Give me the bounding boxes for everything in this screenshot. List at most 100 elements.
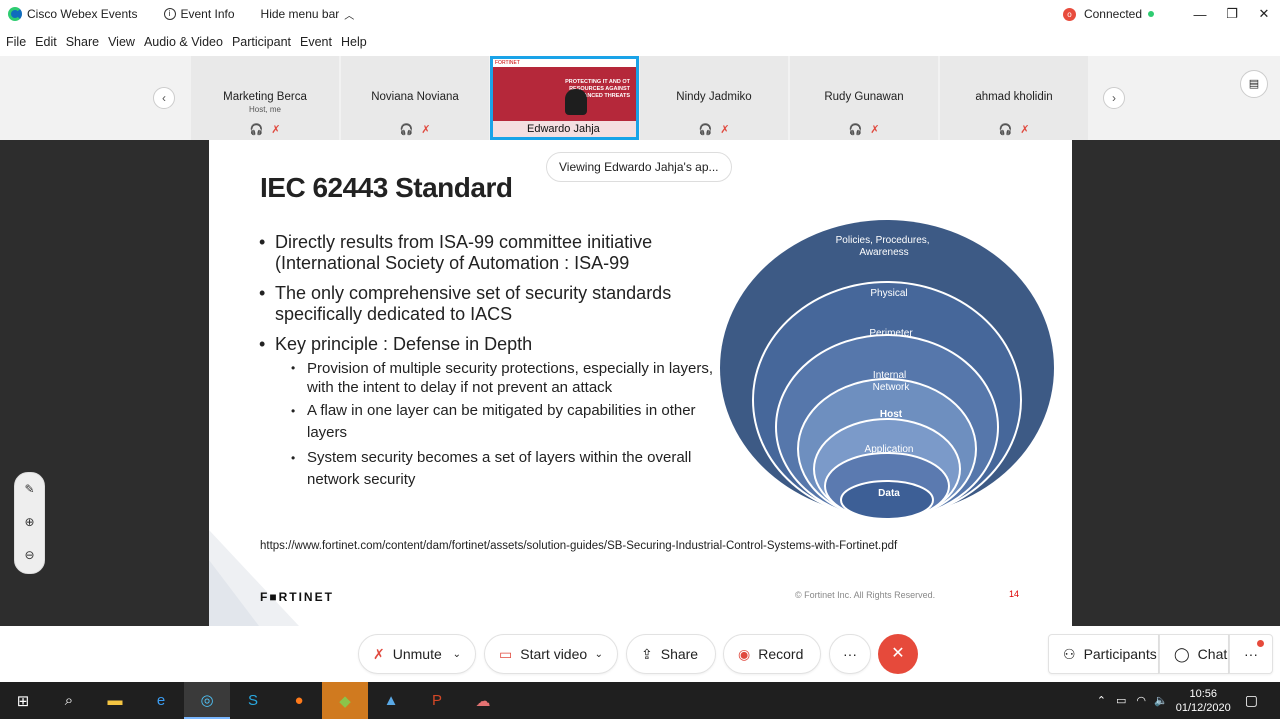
layer-label: Physical	[870, 288, 907, 299]
share-label: Share	[660, 646, 699, 662]
hide-menu-label: Hide menu bar	[260, 7, 340, 21]
minimize-button[interactable]: —	[1184, 7, 1216, 22]
windows-start-icon[interactable]: ⊞	[0, 682, 46, 719]
connected-dot-icon	[1148, 11, 1154, 17]
chevron-down-icon[interactable]: ⌄	[595, 649, 603, 660]
sub-bullet-text: System security becomes a set of layers …	[307, 449, 692, 488]
participant-name: Noviana Noviana	[371, 91, 459, 103]
record-button[interactable]: ◉ Record	[723, 634, 821, 674]
shared-slide: IEC 62443 Standard Viewing Edwardo Jahja…	[209, 140, 1072, 626]
headset-icon: 🎧	[399, 124, 414, 136]
zoom-out-icon[interactable]: ⊖	[15, 539, 44, 572]
bullet-text: Key principle : Defense in Depth	[275, 334, 533, 354]
volume-icon[interactable]: 🔈	[1154, 694, 1168, 707]
slide-copyright: © Fortinet Inc. All Rights Reserved.	[795, 590, 936, 600]
maximize-button[interactable]: ❐	[1216, 6, 1248, 22]
menu-participant[interactable]: Participant	[232, 35, 291, 49]
close-button[interactable]: ✕	[1248, 6, 1280, 22]
muted-mic-icon: ✗	[870, 124, 880, 136]
slide-title: IEC 62443 Standard	[260, 172, 513, 203]
clock[interactable]: 10:56 01/12/2020	[1176, 687, 1231, 715]
chevron-up-icon[interactable]: ⌃	[1097, 694, 1106, 707]
sub-bullet-text: Provision of multiple security protectio…	[307, 360, 714, 396]
sub-bullet-text: A flaw in one layer can be mitigated by …	[307, 402, 696, 441]
participant-tile[interactable]: Marketing Berca Host, me 🎧 ✗	[191, 56, 339, 140]
leave-meeting-button[interactable]: ✕	[878, 634, 918, 674]
bullet-item: • The only comprehensive set of security …	[259, 283, 729, 325]
hide-menu-bar-button[interactable]: Hide menu bar ︿	[261, 7, 355, 22]
sub-bullet-item: • Provision of multiple security protecti…	[291, 359, 729, 397]
speaker-video-person	[565, 89, 587, 115]
layer-label: Data	[878, 488, 900, 499]
chat-panel-button[interactable]: ◯ Chat	[1159, 634, 1229, 674]
participant-name: ahmad kholidin	[975, 91, 1053, 103]
participant-role: Host, me	[248, 105, 281, 114]
title-bar: Cisco Webex Events i Event Info Hide men…	[0, 0, 1280, 28]
more-options-button[interactable]: ···	[829, 634, 871, 674]
webex-logo-icon	[8, 7, 22, 21]
edge-browser-icon[interactable]: e	[138, 682, 184, 719]
next-page-button[interactable]: ›	[1103, 87, 1125, 109]
menu-audio-video[interactable]: Audio & Video	[144, 35, 223, 49]
speaker-video-slide-text: PROTECTING IT AND OT RESOURCES AGAINST A…	[565, 79, 630, 99]
app-title: Cisco Webex Events	[8, 7, 138, 21]
participant-tile[interactable]: Noviana Noviana 🎧 ✗	[341, 56, 489, 140]
system-tray: ⌃ ▭ ◠ 🔈 10:56 01/12/2020 ▢	[1097, 682, 1280, 719]
windows-taskbar: ⊞ ⌕ ▬ e ◎ S ● ◆ ▲ P ☁ ⌃ ▭ ◠ 🔈 10:56 01/1…	[0, 682, 1280, 719]
photos-icon[interactable]: ▲	[368, 682, 414, 719]
annotation-toolbar: ✎ ⊕ ⊖	[14, 472, 45, 574]
clock-time: 10:56	[1189, 687, 1217, 700]
firefox-icon[interactable]: ●	[276, 682, 322, 719]
layer-label: Internal Network	[873, 370, 911, 393]
chevron-down-icon[interactable]: ⌄	[453, 649, 461, 660]
start-video-button[interactable]: ▭ Start video ⌄	[484, 634, 618, 674]
headset-icon: 🎧	[848, 124, 863, 136]
meeting-controls: ✗ Unmute ⌄ ▭ Start video ⌄ ⇪ Share ◉ Rec…	[0, 626, 1280, 682]
participant-tile[interactable]: Rudy Gunawan 🎧 ✗	[790, 56, 938, 140]
more-panels-button[interactable]: ···	[1229, 634, 1273, 674]
active-speaker-tile[interactable]: FORTINET PROTECTING IT AND OT RESOURCES …	[490, 56, 639, 140]
shared-content-stage: IEC 62443 Standard Viewing Edwardo Jahja…	[0, 140, 1280, 626]
layer-data	[840, 480, 934, 520]
chat-icon: ◯	[1174, 645, 1190, 662]
prev-page-button[interactable]: ‹	[153, 87, 175, 109]
muted-mic-icon: ✗	[373, 645, 385, 662]
chevron-left-icon: ‹	[162, 91, 166, 105]
participant-tile[interactable]: Nindy Jadmiko 🎧 ✗	[640, 56, 788, 140]
participants-label: Participants	[1083, 646, 1157, 662]
slide-bullets: • Directly results from ISA-99 committee …	[259, 232, 729, 494]
menu-view[interactable]: View	[108, 35, 135, 49]
record-icon: ◉	[738, 645, 751, 662]
connection-status: Connected	[1083, 7, 1142, 21]
menu-share[interactable]: Share	[66, 35, 99, 49]
participant-tile[interactable]: ahmad kholidin 🎧 ✗	[940, 56, 1088, 140]
menu-event[interactable]: Event	[300, 35, 332, 49]
unmute-label: Unmute	[392, 646, 442, 662]
record-label: Record	[758, 646, 804, 662]
webex-taskbar-icon[interactable]: ◎	[184, 682, 230, 719]
menu-help[interactable]: Help	[341, 35, 367, 49]
event-info-button[interactable]: i Event Info	[163, 7, 235, 21]
chevron-up-icon: ︿	[344, 10, 355, 22]
annotate-pen-icon[interactable]: ✎	[15, 473, 44, 506]
menu-edit[interactable]: Edit	[35, 35, 57, 49]
unmute-button[interactable]: ✗ Unmute ⌄	[358, 634, 476, 674]
share-button[interactable]: ⇪ Share	[626, 634, 716, 674]
file-explorer-icon[interactable]: ▬	[92, 682, 138, 719]
muted-mic-icon: ✗	[421, 124, 431, 136]
participants-panel-button[interactable]: ⚇ Participants	[1048, 634, 1159, 674]
chat-label: Chat	[1197, 646, 1228, 662]
wifi-icon[interactable]: ◠	[1136, 694, 1146, 707]
search-icon[interactable]: ⌕	[46, 682, 92, 719]
start-video-label: Start video	[520, 646, 588, 662]
layout-toggle-button[interactable]: ▤	[1240, 70, 1268, 98]
menu-file[interactable]: File	[6, 35, 26, 49]
zoom-in-icon[interactable]: ⊕	[15, 506, 44, 539]
cloud-app-icon[interactable]: ☁	[460, 682, 506, 719]
app-icon[interactable]: ◆	[322, 682, 368, 719]
speaker-video-brand: FORTINET	[493, 59, 636, 67]
notification-center-icon[interactable]: ▢	[1245, 692, 1258, 709]
battery-icon[interactable]: ▭	[1116, 694, 1126, 707]
powerpoint-icon[interactable]: P	[414, 682, 460, 719]
skype-icon[interactable]: S	[230, 682, 276, 719]
